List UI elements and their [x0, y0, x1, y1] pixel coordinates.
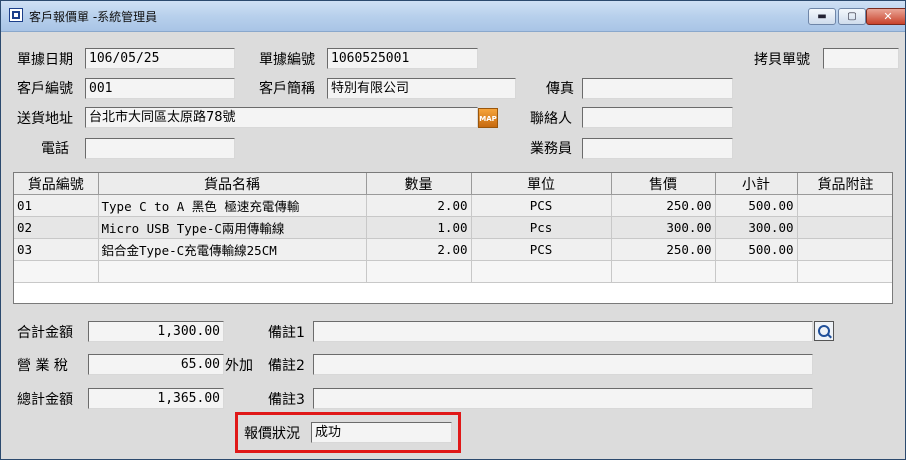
app-icon: [9, 8, 23, 22]
cell-unit[interactable]: Pcs: [471, 216, 612, 239]
customer-code-field[interactable]: 001: [85, 78, 235, 99]
note2-label: 備註2: [268, 358, 305, 374]
salesperson-field[interactable]: [582, 138, 733, 159]
cell-code[interactable]: 01: [14, 194, 99, 217]
grand-total-field: 1,365.00: [88, 388, 224, 409]
doc-date-label: 單據日期: [17, 52, 73, 68]
doc-date-field[interactable]: 106/05/25: [85, 48, 235, 69]
copy-no-label: 拷貝單號: [754, 52, 810, 68]
window-title: 客戶報價單 -系統管理員: [29, 10, 158, 24]
maximize-button[interactable]: ▢: [838, 8, 866, 25]
items-grid[interactable]: 貨品編號 貨品名稱 數量 單位 售價 小計 貨品附註 01 Type C to …: [13, 172, 893, 304]
note1-field[interactable]: [313, 321, 813, 342]
copy-no-field[interactable]: [823, 48, 899, 69]
tax-field: 65.00: [88, 354, 224, 375]
column-header-price[interactable]: 售價: [611, 173, 716, 195]
total-field: 1,300.00: [88, 321, 224, 342]
close-button[interactable]: ✕: [866, 8, 905, 25]
customer-name-field[interactable]: 特別有限公司: [327, 78, 516, 99]
cell-name[interactable]: Micro USB Type-C兩用傳輸線: [98, 216, 367, 239]
cell-empty[interactable]: [471, 260, 612, 283]
table-row[interactable]: 03 鋁合金Type-C充電傳輸線25CM 2.00 PCS 250.00 50…: [14, 238, 892, 261]
contact-label: 聯絡人: [530, 111, 572, 127]
note3-label: 備註3: [268, 392, 305, 408]
cell-note[interactable]: [797, 238, 892, 261]
customer-code-label: 客戶編號: [17, 81, 73, 97]
cell-qty[interactable]: 1.00: [366, 216, 472, 239]
cell-empty[interactable]: [797, 260, 892, 283]
cell-name[interactable]: 鋁合金Type-C充電傳輸線25CM: [98, 238, 367, 261]
cell-subtotal[interactable]: 500.00: [715, 238, 798, 261]
column-header-code[interactable]: 貨品編號: [14, 173, 99, 195]
cell-qty[interactable]: 2.00: [366, 194, 472, 217]
column-header-unit[interactable]: 單位: [471, 173, 612, 195]
doc-no-field[interactable]: 1060525001: [327, 48, 478, 69]
fax-label: 傳真: [546, 81, 574, 97]
status-highlight-box: [235, 412, 461, 453]
cell-empty[interactable]: [715, 260, 798, 283]
salesperson-label: 業務員: [530, 141, 572, 157]
note1-label: 備註1: [268, 325, 305, 341]
cell-empty[interactable]: [611, 260, 716, 283]
note2-field[interactable]: [313, 354, 813, 375]
column-header-qty[interactable]: 數量: [366, 173, 472, 195]
doc-no-label: 單據編號: [259, 52, 315, 68]
table-row-empty[interactable]: [14, 260, 892, 283]
cell-code[interactable]: 03: [14, 238, 99, 261]
column-header-subtotal[interactable]: 小計: [715, 173, 798, 195]
note3-field[interactable]: [313, 388, 813, 409]
customer-name-label: 客戶簡稱: [259, 81, 315, 97]
cell-unit[interactable]: PCS: [471, 194, 612, 217]
minimize-button[interactable]: ▬: [808, 8, 836, 25]
address-label: 送貨地址: [17, 111, 73, 127]
total-label: 合計金額: [17, 325, 73, 341]
note-lookup-button[interactable]: [814, 321, 834, 341]
fax-field[interactable]: [582, 78, 733, 99]
cell-code[interactable]: 02: [14, 216, 99, 239]
tax-label: 營 業 稅: [17, 358, 68, 374]
column-header-name[interactable]: 貨品名稱: [98, 173, 367, 195]
quotation-window: 客戶報價單 -系統管理員 ▬ ▢ ✕ 單據日期 106/05/25 單據編號 1…: [0, 0, 906, 460]
table-row[interactable]: 02 Micro USB Type-C兩用傳輸線 1.00 Pcs 300.00…: [14, 216, 892, 239]
title-bar[interactable]: 客戶報價單 -系統管理員 ▬ ▢ ✕: [1, 1, 905, 32]
phone-field[interactable]: [85, 138, 235, 159]
table-row[interactable]: 01 Type C to A 黑色 極速充電傳輸 2.00 PCS 250.00…: [14, 194, 892, 217]
items-table: 貨品編號 貨品名稱 數量 單位 售價 小計 貨品附註 01 Type C to …: [14, 173, 892, 283]
cell-note[interactable]: [797, 216, 892, 239]
grand-total-label: 總計金額: [17, 392, 73, 408]
cell-empty[interactable]: [14, 260, 99, 283]
cell-empty[interactable]: [98, 260, 367, 283]
cell-unit[interactable]: PCS: [471, 238, 612, 261]
form-body: 單據日期 106/05/25 單據編號 1060525001 拷貝單號 客戶編號…: [1, 32, 905, 459]
cell-note[interactable]: [797, 194, 892, 217]
address-field[interactable]: 台北市大同區太原路78號: [85, 107, 478, 128]
column-header-note[interactable]: 貨品附註: [797, 173, 892, 195]
map-button[interactable]: MAP: [478, 108, 498, 128]
cell-price[interactable]: 250.00: [611, 194, 716, 217]
phone-label: 電話: [41, 141, 69, 157]
contact-field[interactable]: [582, 107, 733, 128]
cell-price[interactable]: 250.00: [611, 238, 716, 261]
cell-qty[interactable]: 2.00: [366, 238, 472, 261]
cell-subtotal[interactable]: 500.00: [715, 194, 798, 217]
cell-price[interactable]: 300.00: [611, 216, 716, 239]
cell-empty[interactable]: [366, 260, 472, 283]
grid-header-row: 貨品編號 貨品名稱 數量 單位 售價 小計 貨品附註: [14, 173, 892, 195]
tax-mode-label: 外加: [225, 358, 253, 374]
cell-subtotal[interactable]: 300.00: [715, 216, 798, 239]
cell-name[interactable]: Type C to A 黑色 極速充電傳輸: [98, 194, 367, 217]
